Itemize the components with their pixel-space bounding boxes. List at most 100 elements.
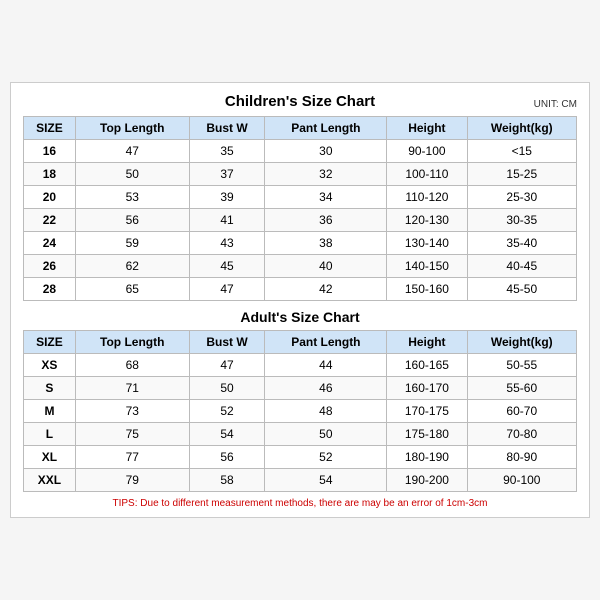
table-cell: 35 [189, 140, 265, 163]
table-cell: 41 [189, 209, 265, 232]
table-cell: 50 [265, 423, 387, 446]
table-row: XXL795854190-20090-100 [24, 469, 577, 492]
table-cell: 54 [189, 423, 265, 446]
table-cell: 40-45 [467, 255, 576, 278]
table-row: 1647353090-100<15 [24, 140, 577, 163]
table-cell: 58 [189, 469, 265, 492]
adults-col-top-length: Top Length [75, 331, 189, 354]
children-col-height: Height [387, 117, 467, 140]
adults-col-size: SIZE [24, 331, 76, 354]
table-cell: 24 [24, 232, 76, 255]
table-cell: 16 [24, 140, 76, 163]
children-table-body: 1647353090-100<1518503732100-11015-25205… [24, 140, 577, 301]
adults-col-bust-w: Bust W [189, 331, 265, 354]
table-row: S715046160-17055-60 [24, 377, 577, 400]
table-cell: 56 [189, 446, 265, 469]
table-row: 28654742150-16045-50 [24, 278, 577, 301]
table-cell: 62 [75, 255, 189, 278]
table-cell: 39 [189, 186, 265, 209]
table-cell: 79 [75, 469, 189, 492]
table-cell: 36 [265, 209, 387, 232]
table-cell: 47 [75, 140, 189, 163]
table-row: 26624540140-15040-45 [24, 255, 577, 278]
table-cell: 15-25 [467, 163, 576, 186]
table-cell: 100-110 [387, 163, 467, 186]
table-cell: 160-165 [387, 354, 467, 377]
table-cell: 50 [189, 377, 265, 400]
table-cell: 34 [265, 186, 387, 209]
adults-col-pant-length: Pant Length [265, 331, 387, 354]
tips-text: TIPS: Due to different measurement metho… [23, 498, 577, 509]
table-row: M735248170-17560-70 [24, 400, 577, 423]
children-col-pant-length: Pant Length [265, 117, 387, 140]
table-cell: M [24, 400, 76, 423]
table-cell: 71 [75, 377, 189, 400]
table-cell: 32 [265, 163, 387, 186]
table-cell: 120-130 [387, 209, 467, 232]
table-cell: 73 [75, 400, 189, 423]
table-cell: 68 [75, 354, 189, 377]
table-row: XS684744160-16550-55 [24, 354, 577, 377]
table-cell: 25-30 [467, 186, 576, 209]
unit-label: UNIT: CM [534, 99, 577, 110]
adults-table-body: XS684744160-16550-55S715046160-17055-60M… [24, 354, 577, 492]
children-table-header: SIZE Top Length Bust W Pant Length Heigh… [24, 117, 577, 140]
table-cell: 175-180 [387, 423, 467, 446]
table-cell: 130-140 [387, 232, 467, 255]
table-cell: 190-200 [387, 469, 467, 492]
table-cell: 40 [265, 255, 387, 278]
table-cell: 180-190 [387, 446, 467, 469]
table-cell: 20 [24, 186, 76, 209]
children-col-bust-w: Bust W [189, 117, 265, 140]
table-cell: 140-150 [387, 255, 467, 278]
table-cell: 46 [265, 377, 387, 400]
table-row: 22564136120-13030-35 [24, 209, 577, 232]
adults-col-weight: Weight(kg) [467, 331, 576, 354]
table-cell: XL [24, 446, 76, 469]
table-cell: 42 [265, 278, 387, 301]
table-row: 24594338130-14035-40 [24, 232, 577, 255]
table-cell: S [24, 377, 76, 400]
table-cell: 35-40 [467, 232, 576, 255]
table-cell: 50-55 [467, 354, 576, 377]
table-cell: 60-70 [467, 400, 576, 423]
children-col-size: SIZE [24, 117, 76, 140]
table-cell: 38 [265, 232, 387, 255]
table-cell: XS [24, 354, 76, 377]
table-cell: 56 [75, 209, 189, 232]
children-chart-title: Children's Size Chart [225, 93, 375, 110]
table-cell: L [24, 423, 76, 446]
table-cell: 53 [75, 186, 189, 209]
table-cell: 47 [189, 278, 265, 301]
table-cell: 50 [75, 163, 189, 186]
table-cell: 22 [24, 209, 76, 232]
table-cell: 28 [24, 278, 76, 301]
adults-table-header: SIZE Top Length Bust W Pant Length Heigh… [24, 331, 577, 354]
children-col-weight: Weight(kg) [467, 117, 576, 140]
children-title-row: Children's Size Chart UNIT: CM [23, 93, 577, 110]
table-cell: 30-35 [467, 209, 576, 232]
table-row: XL775652180-19080-90 [24, 446, 577, 469]
adults-table: SIZE Top Length Bust W Pant Length Heigh… [23, 330, 577, 492]
table-cell: 45 [189, 255, 265, 278]
table-cell: 45-50 [467, 278, 576, 301]
adults-chart-title: Adult's Size Chart [23, 301, 577, 330]
table-row: L755450175-18070-80 [24, 423, 577, 446]
table-row: 18503732100-11015-25 [24, 163, 577, 186]
table-cell: 110-120 [387, 186, 467, 209]
table-cell: 65 [75, 278, 189, 301]
adults-col-height: Height [387, 331, 467, 354]
table-cell: 47 [189, 354, 265, 377]
table-row: 20533934110-12025-30 [24, 186, 577, 209]
table-cell: 59 [75, 232, 189, 255]
table-cell: 170-175 [387, 400, 467, 423]
table-cell: 75 [75, 423, 189, 446]
table-cell: 77 [75, 446, 189, 469]
table-cell: 37 [189, 163, 265, 186]
table-cell: 52 [189, 400, 265, 423]
children-table: SIZE Top Length Bust W Pant Length Heigh… [23, 116, 577, 301]
table-cell: 18 [24, 163, 76, 186]
table-cell: 55-60 [467, 377, 576, 400]
table-cell: 48 [265, 400, 387, 423]
table-cell: 90-100 [387, 140, 467, 163]
